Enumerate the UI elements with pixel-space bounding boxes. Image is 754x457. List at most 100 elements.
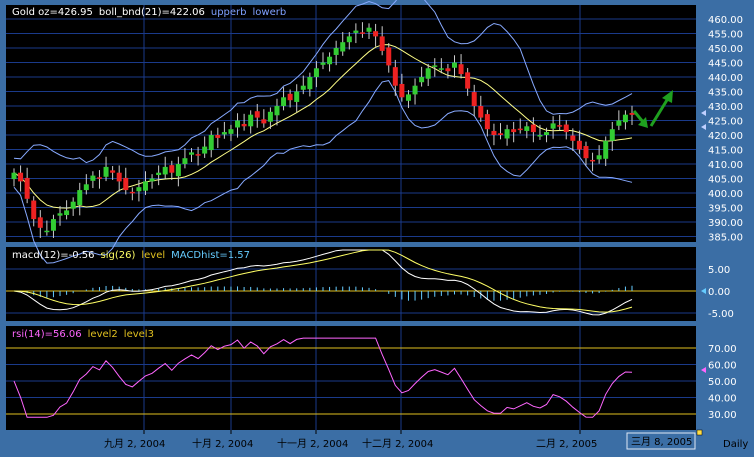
candle-body xyxy=(215,135,221,138)
candle-body xyxy=(31,200,37,220)
legend-entry: lowerb xyxy=(253,7,287,18)
candle-body xyxy=(498,133,504,135)
candle-body xyxy=(175,164,181,177)
candle-body xyxy=(563,124,569,133)
candle-body xyxy=(333,48,339,55)
y-tick-label: 5.00 xyxy=(708,265,730,276)
candle-body xyxy=(83,184,89,191)
y-tick-label: 410.00 xyxy=(708,160,743,171)
legend-entry: MACDhist=1.57 xyxy=(171,250,250,261)
candle-body xyxy=(123,177,129,191)
y-tick-label: 425.00 xyxy=(708,117,743,128)
y-tick-label: 60.00 xyxy=(708,361,737,372)
candle-body xyxy=(530,124,536,133)
candle-body xyxy=(557,125,563,127)
candle-body xyxy=(11,172,17,180)
y-tick-label: 455.00 xyxy=(708,30,743,41)
y-tick-label: 450.00 xyxy=(708,44,743,55)
candle-body xyxy=(517,128,523,131)
candle-body xyxy=(629,112,635,115)
candle-body xyxy=(491,130,497,135)
candle-body xyxy=(609,129,615,141)
legend-entry: upperb xyxy=(211,7,247,18)
candle-body xyxy=(90,175,96,181)
legend-entry: level xyxy=(141,250,165,261)
candle-body xyxy=(307,77,313,90)
y-tick-label: 405.00 xyxy=(708,175,743,186)
y-tick-label: 390.00 xyxy=(708,218,743,229)
candle-body xyxy=(149,178,155,182)
stock-chart[interactable]: Gold oz=426.95 boll_bnd(21)=422.06 upperb l… xyxy=(0,0,754,457)
candle-body xyxy=(37,217,43,228)
legend-entry: level2 xyxy=(88,329,118,340)
candle-body xyxy=(195,154,201,156)
y-tick-label: 440.00 xyxy=(708,73,743,84)
candle-body xyxy=(465,72,471,89)
candle-body xyxy=(445,68,451,72)
candle-body xyxy=(432,65,438,67)
candle-body xyxy=(392,67,398,86)
price-legend: Gold oz=426.95 boll_bnd(21)=422.06 upperb l… xyxy=(12,7,286,18)
candle-body xyxy=(504,129,510,139)
candle-body xyxy=(622,114,628,123)
candle-body xyxy=(202,146,208,154)
x-tick-label: 十月 2, 2004 xyxy=(192,437,253,450)
candle-body xyxy=(77,190,83,206)
macd-marker-icon xyxy=(701,288,706,294)
candle-body xyxy=(484,114,490,130)
macd-legend: macd(12)=-0.56 sig(26) level MACDhist=1.57 xyxy=(12,250,250,261)
candle-body xyxy=(70,201,76,209)
candle-body xyxy=(379,36,385,51)
x-tick-label: 十一月 2, 2004 xyxy=(277,437,348,450)
legend-entry: sig(26) xyxy=(101,250,136,261)
candle-body xyxy=(405,94,411,101)
candle-body xyxy=(511,129,517,133)
candle-body xyxy=(208,135,214,151)
legend-entry: boll_bnd(21)=422.06 xyxy=(99,7,205,18)
candle-body xyxy=(18,172,24,182)
candle-body xyxy=(129,191,135,194)
candle-body xyxy=(261,119,267,124)
candle-body xyxy=(373,31,379,37)
bollinger-marker-icon xyxy=(701,124,706,130)
candle-body xyxy=(359,32,365,34)
x-axis: 九月 2, 2004 十月 2, 2004 十一月 2, 2004 十二月 2, 20… xyxy=(104,430,597,450)
legend-entry: rsi(14)=56.06 xyxy=(12,329,82,340)
candle-body xyxy=(438,68,444,70)
y-tick-label: 435.00 xyxy=(708,88,743,99)
x-tick-label: 十二月 2, 2004 xyxy=(362,437,433,450)
lock-icon[interactable] xyxy=(696,429,703,436)
candle-body xyxy=(248,114,254,127)
candle-body xyxy=(425,68,431,79)
candle-body xyxy=(616,120,622,126)
y-tick-label: 420.00 xyxy=(708,131,743,142)
candle-body xyxy=(274,106,280,116)
candle-body xyxy=(96,177,102,179)
candle-body xyxy=(300,85,306,90)
candle-body xyxy=(50,219,56,231)
candle-body xyxy=(451,62,457,68)
candle-body xyxy=(281,97,287,106)
y-tick-label: 50.00 xyxy=(708,377,737,388)
candle-body xyxy=(235,120,241,128)
macd-y-axis: 5.00 0.00 -5.00 xyxy=(708,265,734,320)
y-tick-label: 445.00 xyxy=(708,59,743,70)
y-tick-label: 385.00 xyxy=(708,233,743,244)
rsi-marker-icon xyxy=(701,367,706,373)
y-tick-label: 395.00 xyxy=(708,204,743,215)
candle-body xyxy=(412,85,418,95)
period-label[interactable]: Daily xyxy=(723,439,748,450)
candle-body xyxy=(340,42,346,52)
candle-body xyxy=(241,123,247,127)
price-y-axis: 460.00 455.00 450.00 445.00 440.00 435.00 430.… xyxy=(708,15,743,244)
candle-body xyxy=(386,47,392,66)
candle-body xyxy=(399,83,405,98)
y-tick-label: 460.00 xyxy=(708,15,743,26)
x-tick-label: 二月 2, 2005 xyxy=(536,438,597,450)
candle-body xyxy=(366,27,372,32)
candle-body xyxy=(136,187,142,192)
candle-body xyxy=(313,68,319,77)
candle-body xyxy=(570,135,576,141)
candle-body xyxy=(537,135,543,137)
candle-body xyxy=(64,210,70,216)
